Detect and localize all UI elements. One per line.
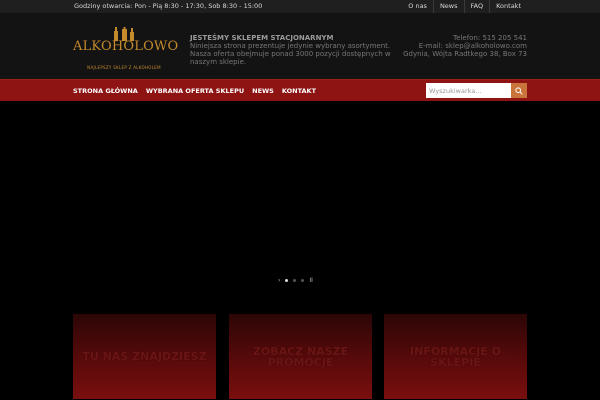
promo-tile-location[interactable]: TU NAS ZNAJDZIESZ <box>73 314 216 399</box>
contact-address: Gdynia, Wójta Radtkego 38, Box 73 <box>403 50 527 58</box>
store-info-title: JESTEŚMY SKLEPEM STACJONARNYM <box>190 34 334 42</box>
search-button[interactable] <box>511 83 527 98</box>
logo-name: ALKOHOLOWO <box>73 39 179 54</box>
main-nav: STRONA GŁÓWNA WYBRANA OFERTA SKLEPU NEWS… <box>0 79 600 101</box>
opening-hours: Godziny otwarcia: Pon - Pią 8:30 - 17:30… <box>74 2 263 10</box>
contact-phone: Telefon: 515 205 541 <box>453 34 527 42</box>
top-link-o-nas[interactable]: O nas <box>402 0 433 13</box>
slider-dot[interactable] <box>293 279 297 282</box>
pause-icon[interactable]: II <box>309 277 313 284</box>
logo-tagline: NAJLEPSZY SKLEP Z ALKOHOLEM <box>87 65 161 70</box>
search-icon <box>515 86 523 95</box>
contact-email: E-mail: sklep@alkoholowo.com <box>418 42 527 50</box>
nav-item-home[interactable]: STRONA GŁÓWNA <box>73 87 138 95</box>
store-info: JESTEŚMY SKLEPEM STACJONARNYM Niniejsza … <box>190 34 410 66</box>
store-info-line: Niniejsza strona prezentuje jedynie wybr… <box>190 42 391 50</box>
top-links: O nas News FAQ Kontakt <box>402 0 527 13</box>
store-info-line: Nasza oferta obejmuje ponad 3000 pozycji… <box>190 50 391 66</box>
nav-item-contact[interactable]: KONTAKT <box>282 87 316 95</box>
next-arrow-icon[interactable]: › <box>278 277 280 284</box>
top-link-kontakt[interactable]: Kontakt <box>489 0 527 13</box>
slider-controls: › II <box>278 277 313 284</box>
promo-tile-promotions[interactable]: ZOBACZ NASZE PROMOCJE <box>229 314 372 399</box>
image-slider: › II <box>0 101 600 291</box>
promo-label: ZOBACZ NASZE PROMOCJE <box>252 344 349 369</box>
promo-label: INFORMACJE O SKLEPIE <box>410 344 501 369</box>
top-bar: Godziny otwarcia: Pon - Pią 8:30 - 17:30… <box>0 0 600 13</box>
search-input[interactable] <box>426 83 511 98</box>
contact-info: Telefon: 515 205 541 E-mail: sklep@alkoh… <box>387 34 527 58</box>
promo-label: TU NAS ZNAJDZIESZ <box>82 350 207 363</box>
nav-item-offer[interactable]: WYBRANA OFERTA SKLEPU <box>146 87 244 95</box>
slider-dot[interactable] <box>285 279 289 282</box>
promo-tile-store-info[interactable]: INFORMACJE O SKLEPIE <box>384 314 527 399</box>
search-box <box>426 83 527 98</box>
top-link-faq[interactable]: FAQ <box>463 0 490 13</box>
top-link-news[interactable]: News <box>432 0 464 13</box>
nav-item-news[interactable]: NEWS <box>252 87 274 95</box>
slider-dot[interactable] <box>301 279 305 282</box>
site-logo[interactable]: ALKOHOLOWO NAJLEPSZY SKLEP Z ALKOHOLEM <box>73 27 179 72</box>
